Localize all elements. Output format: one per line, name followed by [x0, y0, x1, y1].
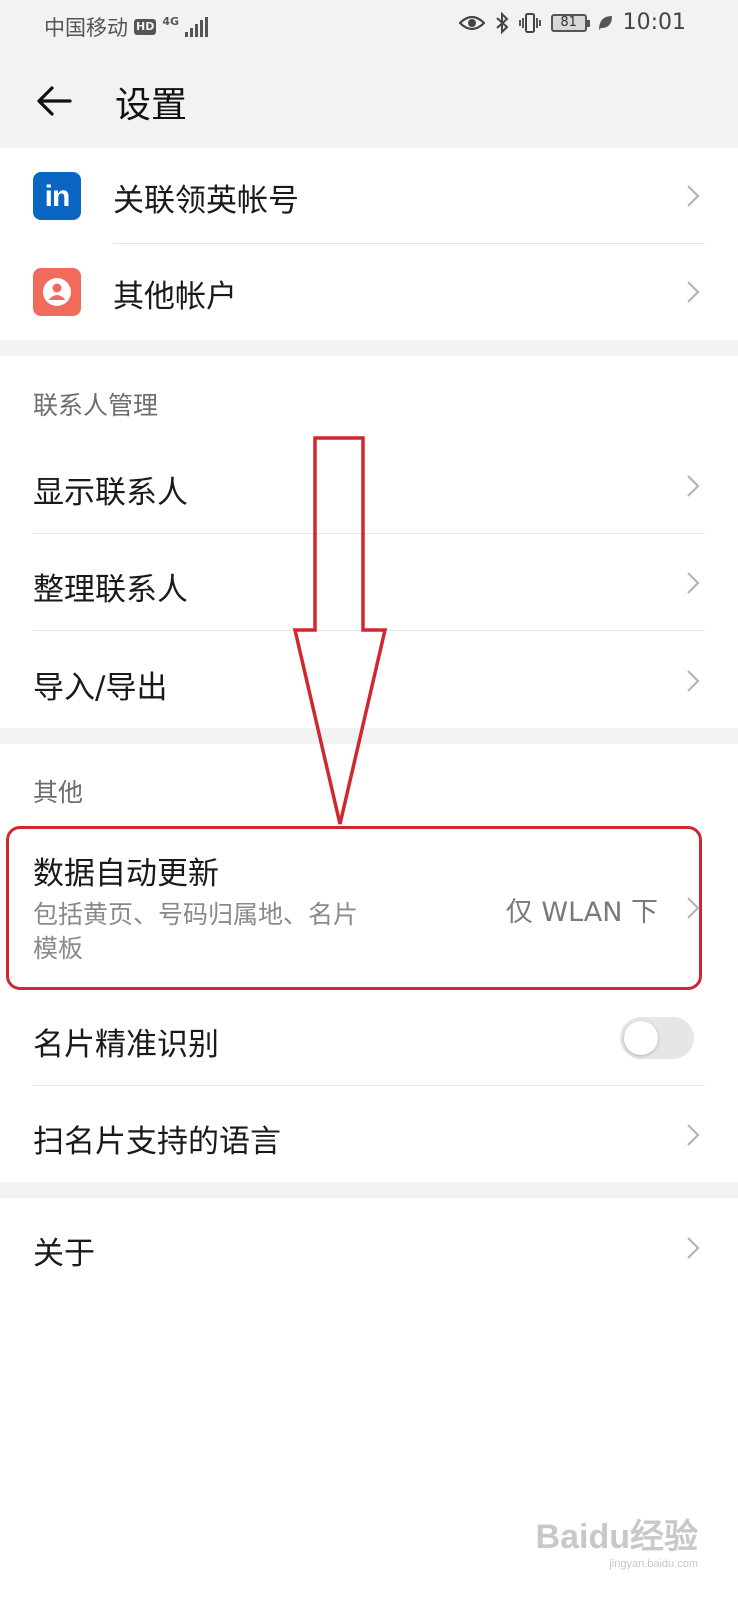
- status-bar: 中国移动 HD 4G 81 10:01: [0, 0, 738, 52]
- chevron-right-icon: [687, 281, 700, 303]
- section-title: 联系人管理: [33, 391, 159, 420]
- annotation-arrow: [292, 436, 388, 825]
- import-export-label: 导入/导出: [33, 670, 168, 706]
- account-icon: [33, 268, 81, 316]
- leaf-icon: [598, 15, 612, 30]
- signal-icon: [185, 17, 209, 37]
- card-recognition-label: 名片精准识别: [33, 1027, 219, 1063]
- status-right: 81 10:01: [458, 10, 686, 35]
- organize-contacts-label: 整理联系人: [33, 572, 188, 608]
- section-gap: [0, 1182, 738, 1198]
- display-contacts-label: 显示联系人: [33, 475, 188, 511]
- person-icon: [43, 278, 71, 306]
- section-gap: [0, 340, 738, 356]
- watermark-url: jingyan.baidu.com: [609, 1558, 698, 1570]
- annotation-highlight-box: [6, 826, 702, 990]
- chevron-right-icon: [687, 670, 700, 692]
- clock: 10:01: [622, 10, 686, 35]
- toggle-knob: [624, 1021, 658, 1055]
- app-bar: 设置: [0, 52, 738, 148]
- other-accounts-row[interactable]: 其他帐户: [0, 244, 738, 340]
- linkedin-account-label: 关联领英帐号: [113, 183, 299, 219]
- bluetooth-icon: [495, 11, 509, 34]
- linkedin-account-row[interactable]: in 关联领英帐号: [0, 148, 738, 244]
- chevron-right-icon: [687, 185, 700, 207]
- baidu-watermark: Baidu经验 jingyan.baidu.com: [536, 1509, 698, 1570]
- card-recognition-toggle[interactable]: [620, 1017, 694, 1059]
- hd-badge: HD: [134, 19, 157, 35]
- scan-languages-label: 扫名片支持的语言: [33, 1124, 281, 1160]
- chevron-right-icon: [687, 1124, 700, 1146]
- network-type: 4G: [162, 14, 180, 28]
- carrier-name: 中国移动: [44, 16, 128, 40]
- chevron-right-icon: [687, 475, 700, 497]
- other-accounts-label: 其他帐户: [113, 279, 237, 315]
- section-title: 其他: [33, 778, 84, 807]
- chevron-right-icon: [687, 572, 700, 594]
- about-row[interactable]: 关于: [0, 1198, 738, 1298]
- contacts-management-section: 联系人管理: [0, 356, 738, 438]
- back-arrow-icon[interactable]: [30, 76, 80, 126]
- watermark-brand: Baidu经验: [535, 1518, 698, 1556]
- vibrate-icon: [518, 12, 541, 33]
- linkedin-icon: in: [33, 172, 81, 220]
- page-title: 设置: [115, 85, 188, 126]
- about-label: 关于: [33, 1236, 95, 1272]
- scan-languages-row[interactable]: 扫名片支持的语言: [0, 1086, 738, 1182]
- battery-icon: 81: [550, 13, 590, 32]
- eye-comfort-icon: [458, 15, 485, 30]
- chevron-right-icon: [687, 1237, 700, 1259]
- card-recognition-row: 名片精准识别: [0, 990, 738, 1086]
- status-left: 中国移动 HD 4G: [44, 12, 209, 42]
